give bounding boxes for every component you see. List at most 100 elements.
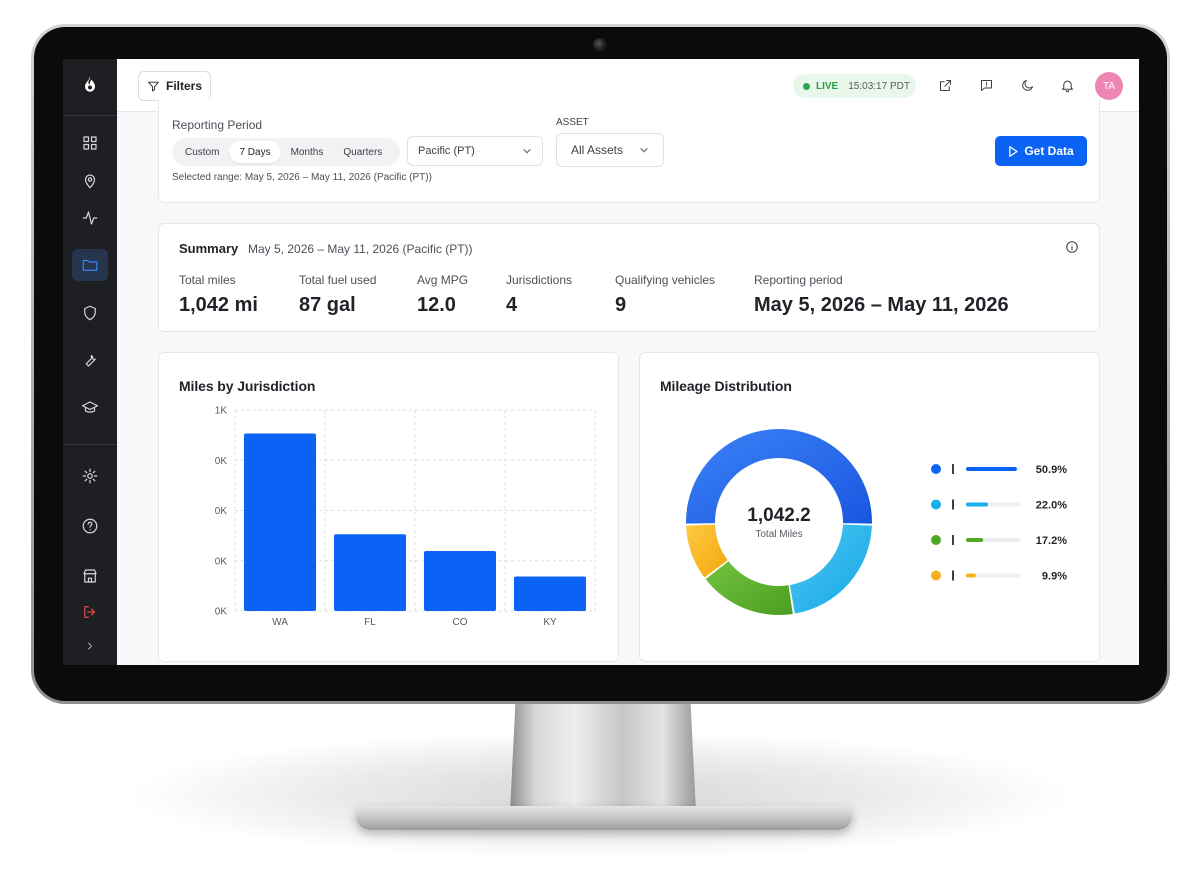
legend-value: 50.9% <box>1036 464 1067 476</box>
legend-label-clipped <box>952 570 954 581</box>
webcam <box>593 38 607 52</box>
stat-value: 4 <box>506 294 518 316</box>
selected-range-text: Selected range: May 5, 2026 – May 11, 20… <box>172 172 432 183</box>
stat-value: 1,042 mi <box>179 294 258 316</box>
sidebar-divider <box>63 444 117 445</box>
shield-icon[interactable] <box>72 297 108 329</box>
legend-dot-wa <box>931 464 941 474</box>
summary-range: May 5, 2026 – May 11, 2026 (Pacific (PT)… <box>248 242 473 256</box>
logo-icon[interactable] <box>72 69 108 101</box>
legend-value: 22.0% <box>1036 500 1067 512</box>
donut-chart: 1,042.2 Total Miles 50.9% 22.0% 17.2% 9.9% <box>686 428 1067 615</box>
legend-bar-fill <box>966 467 1017 471</box>
dark-mode-moon-icon[interactable] <box>1018 76 1036 94</box>
legend-label-clipped <box>952 464 954 474</box>
bar-ky <box>514 576 586 611</box>
stat-label: Reporting period <box>754 273 843 287</box>
filter-icon <box>148 81 159 91</box>
activity-icon[interactable] <box>72 202 108 234</box>
filters-button[interactable]: Filters <box>138 71 211 101</box>
legend-dot-fl <box>931 499 941 510</box>
graduation-cap-icon[interactable] <box>72 392 108 424</box>
donut-slice-co <box>705 561 793 615</box>
stat-value: 12.0 <box>417 294 456 316</box>
get-data-button[interactable]: Get Data <box>995 136 1087 166</box>
location-pin-icon[interactable] <box>72 165 108 197</box>
timezone-value: Pacific (PT) <box>418 145 475 157</box>
asset-value: All Assets <box>571 143 624 157</box>
live-label: LIVE <box>816 80 839 92</box>
y-tick-label: 0K <box>215 456 228 467</box>
stat-value: May 5, 2026 – May 11, 2026 <box>754 294 1009 316</box>
bar-wa <box>244 433 316 611</box>
y-tick-label: 0K <box>215 607 228 618</box>
legend-label-clipped <box>952 499 954 510</box>
folder-icon[interactable] <box>72 249 108 281</box>
bar-chart: 1K 0K 0K 0K 0K WA FL CO KY <box>215 406 596 628</box>
legend-bar-fill <box>966 573 976 578</box>
live-status-badge: LIVE 15:03:17 PDT <box>793 74 916 98</box>
y-tick-label: 0K <box>215 506 228 517</box>
x-tick-label: FL <box>364 617 376 628</box>
stat-label: Avg MPG <box>417 273 469 287</box>
stat-total-miles: Total miles 1,042 mi <box>179 273 258 317</box>
donut-center-label: Total Miles <box>755 529 802 540</box>
legend-value: 9.9% <box>1042 571 1067 583</box>
monitor-stand-base <box>356 806 852 830</box>
stat-label: Jurisdictions <box>506 273 573 287</box>
logout-icon[interactable] <box>72 596 108 628</box>
y-tick-label: 0K <box>215 556 228 567</box>
asset-select[interactable]: All Assets <box>556 133 664 167</box>
external-link-icon[interactable] <box>936 76 954 94</box>
period-toggle: Custom 7 Days Months Quarters <box>172 138 400 166</box>
miles-by-jurisdiction-card: Miles by Jurisdiction 1K 0K 0K 0K 0K WA FL CO KY <box>158 352 619 662</box>
timezone-select[interactable]: Pacific (PT) <box>407 136 543 166</box>
period-option-custom[interactable]: Custom <box>175 141 229 163</box>
legend-dot-co <box>931 535 941 545</box>
stat-total-fuel: Total fuel used 87 gal <box>299 273 376 317</box>
period-option-quarters[interactable]: Quarters <box>333 141 392 163</box>
sidebar <box>63 59 117 665</box>
monitor-stand-neck <box>510 700 696 812</box>
filter-panel: Reporting Period Custom 7 Days Months Qu… <box>158 99 1100 203</box>
y-tick-label: 1K <box>215 406 228 417</box>
x-tick-label: WA <box>272 617 288 628</box>
store-icon[interactable] <box>72 560 108 592</box>
feedback-icon[interactable] <box>977 76 995 94</box>
stat-qualifying-vehicles: Qualifying vehicles 9 <box>615 273 715 317</box>
summary-card: Summary May 5, 2026 – May 11, 2026 (Paci… <box>158 223 1100 332</box>
stat-avg-mpg: Avg MPG 12.0 <box>417 273 468 317</box>
user-avatar[interactable]: TA <box>1095 72 1123 100</box>
mileage-distribution-card: Mileage Distribution 1,042.2 Total Miles 5… <box>639 352 1100 662</box>
bar-co <box>424 551 496 611</box>
legend-value: 17.2% <box>1036 535 1067 547</box>
notifications-bell-icon[interactable] <box>1058 76 1076 94</box>
expand-sidebar-icon[interactable] <box>72 630 108 662</box>
sidebar-divider <box>63 115 117 116</box>
donut-center-value: 1,042.2 <box>747 505 810 526</box>
asset-label: ASSET <box>556 117 589 128</box>
stat-label: Total fuel used <box>299 273 377 287</box>
live-time: 15:03:17 PDT <box>848 80 910 92</box>
reporting-period-label: Reporting Period <box>172 118 263 132</box>
live-dot-icon <box>803 82 810 90</box>
stat-reporting-period: Reporting period May 5, 2026 – May 11, 2… <box>754 273 1009 317</box>
stat-jurisdictions: Jurisdictions 4 <box>506 273 572 317</box>
app-screen: Filters LIVE 15:03:17 PDT TA Reporting P… <box>63 59 1139 665</box>
stat-label: Total miles <box>179 273 236 287</box>
settings-gear-icon[interactable] <box>72 460 108 492</box>
legend-label-clipped <box>952 535 954 545</box>
x-tick-label: KY <box>543 617 557 628</box>
wrench-icon[interactable] <box>72 344 108 376</box>
legend-bar-fill <box>966 502 988 507</box>
play-icon <box>1009 145 1018 157</box>
legend-dot-ky <box>931 570 941 581</box>
get-data-label: Get Data <box>1024 144 1074 158</box>
period-option-months[interactable]: Months <box>281 141 334 163</box>
info-icon[interactable] <box>1065 240 1079 254</box>
dashboard-icon[interactable] <box>72 127 108 159</box>
filters-label: Filters <box>165 79 202 93</box>
stat-label: Qualifying vehicles <box>615 273 716 287</box>
period-option-7-days[interactable]: 7 Days <box>229 141 281 163</box>
help-icon[interactable] <box>72 510 108 542</box>
